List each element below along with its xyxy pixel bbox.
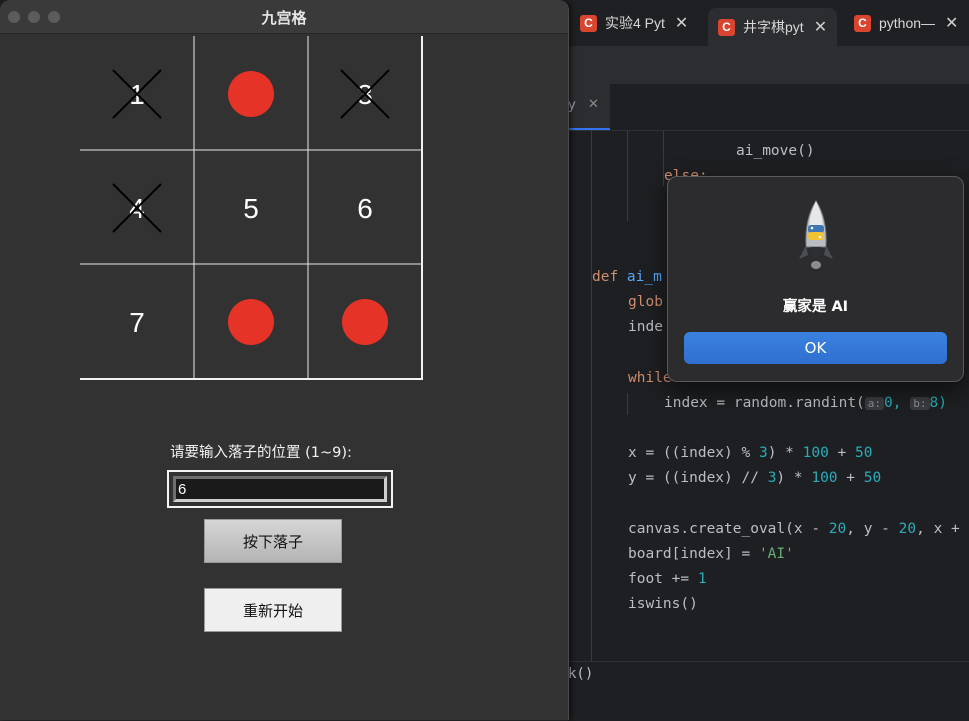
code-line: foot += 1 bbox=[628, 571, 707, 587]
indent-guide bbox=[627, 393, 628, 415]
board-cell[interactable] bbox=[194, 36, 308, 150]
python-launcher-icon bbox=[799, 200, 833, 269]
c-favicon-icon: C bbox=[718, 18, 735, 36]
browser-tab-strip: C 实验4 Pyt ✕ C 井字棋pyt ✕ C python— ✕ bbox=[568, 0, 969, 46]
dialog-message: 赢家是 AI bbox=[782, 299, 849, 315]
board-cell[interactable]: 6 bbox=[308, 150, 422, 264]
cell-number: 7 bbox=[129, 307, 145, 338]
window-titlebar: 九宫格 bbox=[0, 0, 568, 34]
close-icon[interactable]: ✕ bbox=[675, 13, 688, 33]
board-cells[interactable]: 134 5 6 7 bbox=[80, 36, 422, 378]
position-input-frame bbox=[167, 470, 393, 508]
editor-tab[interactable]: y ✕ bbox=[568, 84, 610, 130]
cell-number: 6 bbox=[357, 193, 373, 224]
ok-button[interactable]: OK bbox=[684, 332, 947, 364]
code-line: while bbox=[628, 370, 672, 386]
board-cell[interactable]: 7 bbox=[80, 264, 194, 378]
editor-tab-bar: y ✕ bbox=[568, 84, 969, 131]
game-board[interactable]: 134 5 6 7 bbox=[78, 36, 426, 382]
o-mark bbox=[342, 299, 388, 345]
browser-tab-label: 井字棋pyt bbox=[743, 19, 804, 35]
browser-tab-label: python— bbox=[879, 15, 936, 31]
ide-toolbar bbox=[568, 46, 969, 84]
code-line: y = ((index) // 3) * 100 + 50 bbox=[628, 470, 882, 486]
board-cell[interactable] bbox=[194, 264, 308, 378]
code-line: inde bbox=[628, 319, 663, 335]
position-prompt-label: 请要输入落子的位置 (1~9): bbox=[170, 445, 352, 461]
position-input[interactable] bbox=[173, 476, 387, 502]
editor-tab-label: y bbox=[568, 98, 576, 113]
code-line: iswins() bbox=[628, 596, 698, 612]
window-title: 九宫格 bbox=[261, 9, 307, 27]
board-cell[interactable] bbox=[308, 264, 422, 378]
winner-dialog: 赢家是 AI OK bbox=[667, 176, 964, 382]
browser-tab-active[interactable]: C 井字棋pyt ✕ bbox=[708, 8, 838, 46]
close-icon[interactable]: ✕ bbox=[814, 17, 827, 37]
indent-guide bbox=[591, 131, 592, 661]
code-line: glob bbox=[628, 294, 663, 310]
browser-tab[interactable]: C python— ✕ bbox=[854, 8, 958, 38]
browser-tab[interactable]: C 实验4 Pyt ✕ bbox=[580, 8, 688, 38]
status-text: k() bbox=[568, 666, 594, 682]
place-piece-button[interactable]: 按下落子 bbox=[204, 519, 342, 563]
close-icon[interactable]: ✕ bbox=[945, 13, 958, 33]
close-icon[interactable]: ✕ bbox=[588, 97, 599, 112]
c-favicon-icon: C bbox=[580, 14, 597, 32]
ide-bottom-bar: k() bbox=[568, 661, 969, 721]
code-line: def ai_m bbox=[592, 269, 662, 285]
indent-guide bbox=[627, 131, 628, 221]
o-mark bbox=[228, 299, 274, 345]
board-cell[interactable]: 3 bbox=[308, 36, 422, 150]
o-mark bbox=[228, 71, 274, 117]
board-cell[interactable]: 4 bbox=[80, 150, 194, 264]
c-favicon-icon: C bbox=[854, 14, 871, 32]
restart-button[interactable]: 重新开始 bbox=[204, 588, 342, 632]
cell-number: 5 bbox=[243, 193, 259, 224]
code-line: canvas.create_oval(x - 20, y - 20, x + bbox=[628, 521, 960, 537]
code-line: board[index] = 'AI' bbox=[628, 546, 794, 562]
code-line: x = ((index) % 3) * 100 + 50 bbox=[628, 445, 873, 461]
board-cell[interactable]: 1 bbox=[80, 36, 194, 150]
browser-tab-label: 实验4 Pyt bbox=[605, 15, 665, 31]
code-line: index = random.randint(a: 0, b: 8) bbox=[664, 395, 947, 411]
board-cell[interactable]: 5 bbox=[194, 150, 308, 264]
code-line: ai_move() bbox=[736, 143, 815, 159]
tic-tac-toe-window: 九宫格 134 5 6 7 请要输入落子的位置 (1~9): 按下落子 重新开始 bbox=[0, 0, 569, 720]
